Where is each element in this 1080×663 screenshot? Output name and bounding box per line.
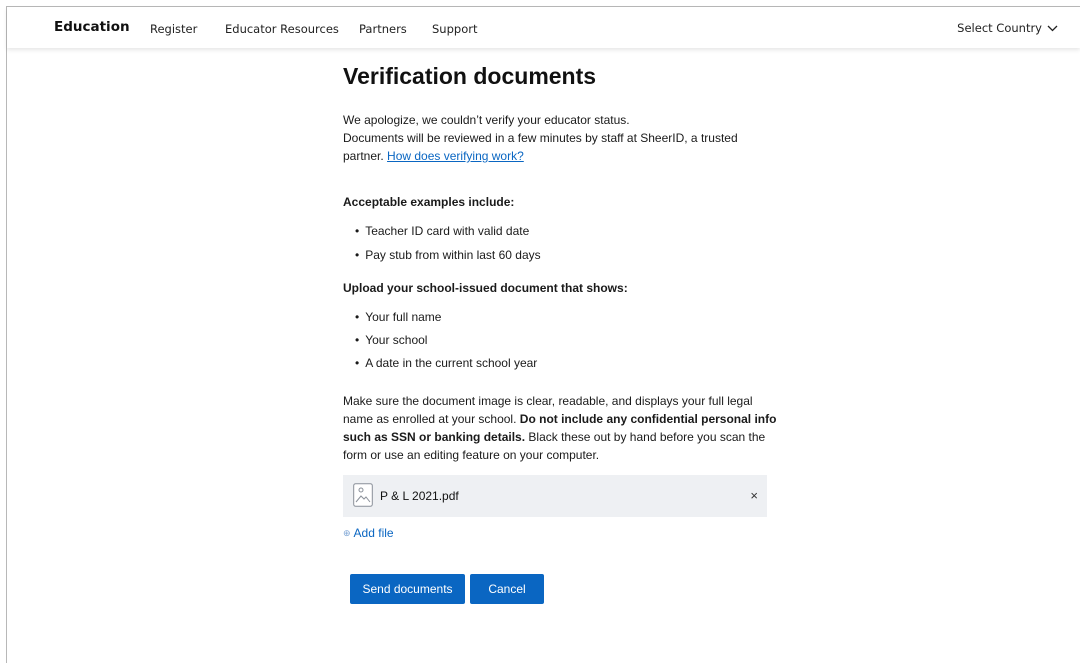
nav-link-educator-resources[interactable]: Educator Resources — [225, 22, 339, 36]
nav-link-partners[interactable]: Partners — [359, 22, 407, 36]
add-file-link[interactable]: Add file — [354, 526, 394, 540]
upload-heading: Upload your school-issued document that … — [343, 281, 628, 295]
upload-requirement-item: Your full name — [355, 310, 441, 324]
brand-logo[interactable]: Education — [54, 19, 130, 35]
page-frame: Education Register Educator Resources Pa… — [6, 6, 1080, 663]
top-navigation: Education Register Educator Resources Pa… — [7, 7, 1080, 48]
examples-heading: Acceptable examples include: — [343, 195, 515, 209]
close-icon[interactable]: × — [750, 488, 758, 503]
upload-requirement-item: A date in the current school year — [355, 356, 537, 370]
chevron-down-icon — [1047, 25, 1058, 31]
example-item: Teacher ID card with valid date — [355, 224, 529, 238]
file-name: P & L 2021.pdf — [380, 489, 459, 503]
send-documents-button[interactable]: Send documents — [350, 574, 465, 604]
intro-text: We apologize, we couldn’t verify your ed… — [343, 111, 773, 165]
add-circle-icon: ⊕ — [343, 527, 351, 538]
upload-requirement-item: Your school — [355, 333, 427, 347]
add-file-control[interactable]: ⊕ Add file — [343, 526, 394, 540]
select-country-dropdown[interactable]: Select Country — [957, 21, 1058, 35]
intro-line-1: We apologize, we couldn’t verify your ed… — [343, 113, 630, 127]
how-verifying-works-link[interactable]: How does verifying work? — [387, 149, 524, 163]
example-item: Pay stub from within last 60 days — [355, 248, 540, 262]
document-notice: Make sure the document image is clear, r… — [343, 392, 783, 464]
select-country-label: Select Country — [957, 21, 1042, 35]
nav-link-support[interactable]: Support — [432, 22, 477, 36]
page-title: Verification documents — [343, 63, 597, 89]
image-file-icon — [353, 483, 373, 507]
uploaded-file-row: P & L 2021.pdf × — [343, 475, 767, 517]
nav-link-register[interactable]: Register — [150, 22, 197, 36]
cancel-button[interactable]: Cancel — [470, 574, 544, 604]
